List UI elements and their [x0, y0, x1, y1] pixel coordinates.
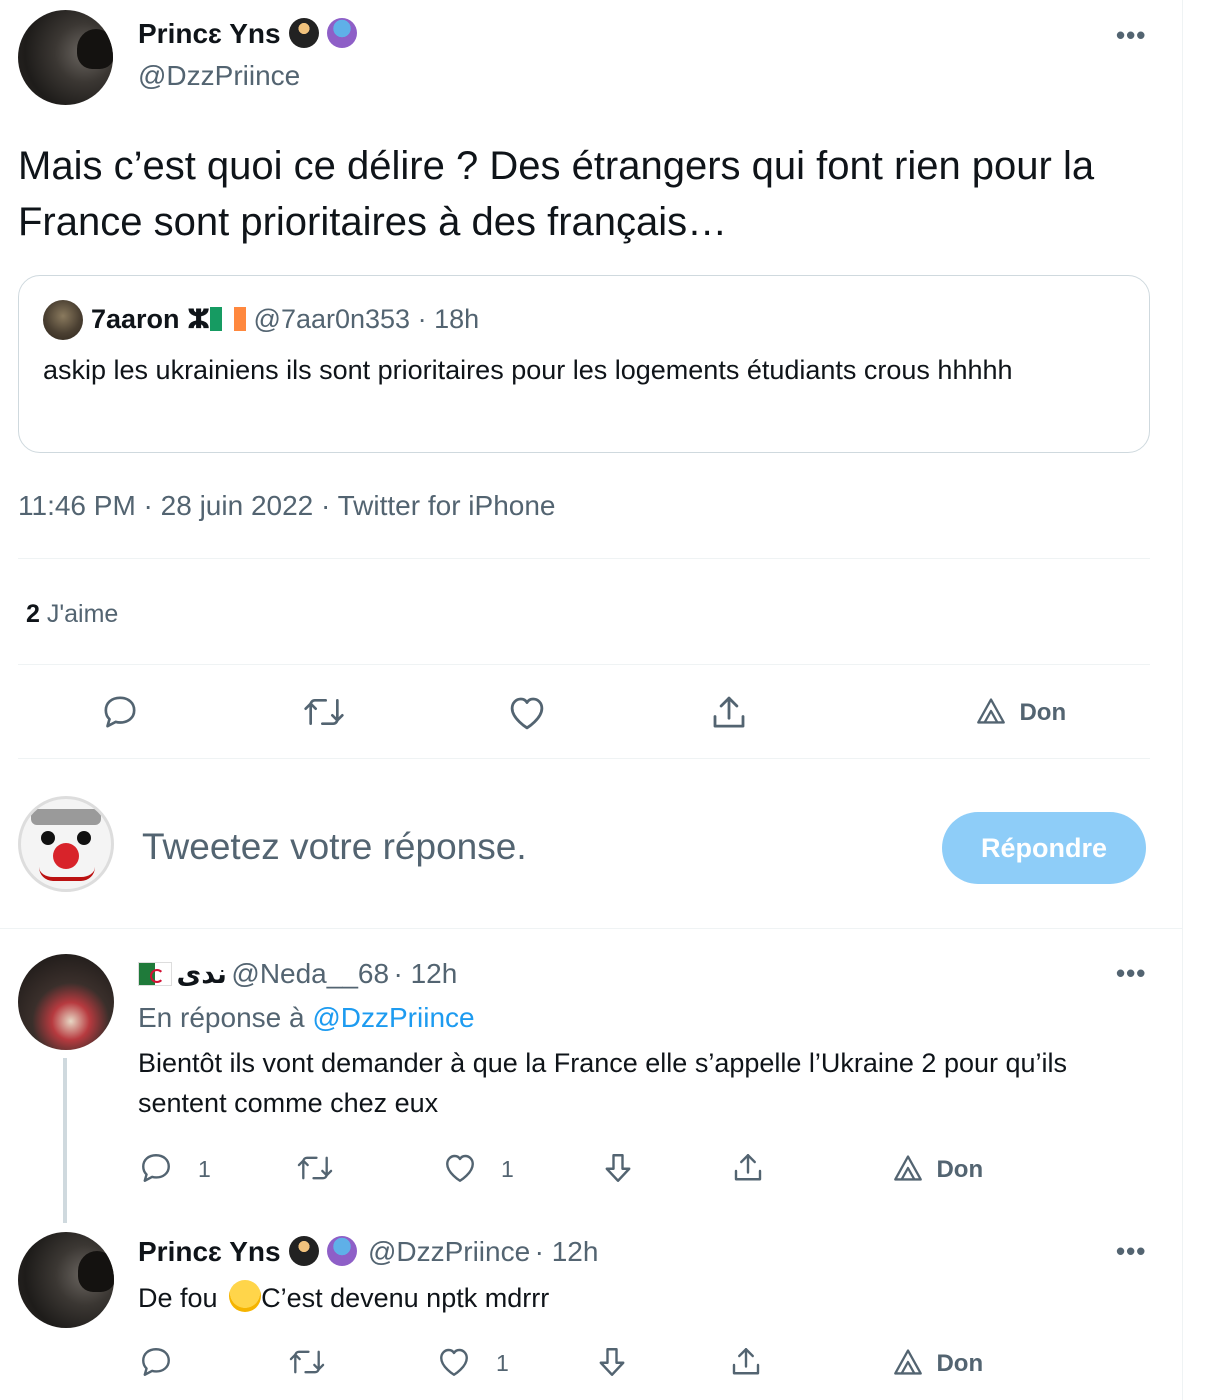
tip-icon: [894, 1349, 922, 1375]
reply-author-name[interactable]: Princɛ Yns: [138, 1236, 281, 1267]
reply-button[interactable]: Répondre: [942, 812, 1146, 884]
in-reply-prefix: En réponse à: [138, 1002, 305, 1033]
quoted-text: askip les ukrainiens ils sont prioritair…: [43, 355, 1013, 385]
avatar-nose: [53, 843, 79, 869]
tip-label: Don: [936, 1156, 984, 1183]
author-name[interactable]: Princɛ Yns: [138, 18, 281, 49]
reply-icon[interactable]: [100, 692, 140, 732]
like-count: 1: [496, 1350, 509, 1376]
downvote-icon[interactable]: [594, 1344, 630, 1380]
reply-author-handle[interactable]: @Neda__68: [231, 958, 389, 989]
avatar-eye: [77, 831, 91, 845]
algeria-flag-icon: [138, 962, 172, 986]
reply-header: Princɛ Yns @DzzPriince · 12h: [138, 1236, 598, 1268]
divider: [0, 928, 1182, 929]
tip-button[interactable]: Don: [892, 1348, 983, 1378]
current-user-avatar[interactable]: [18, 796, 114, 892]
tip-icon: [977, 698, 1005, 724]
like-count: 1: [501, 1156, 514, 1182]
likes-summary[interactable]: 2 J'aime: [26, 600, 118, 629]
thread-line: [63, 1058, 67, 1223]
reply-header: ندى @Neda__68 · 12h: [138, 958, 457, 990]
reply-input[interactable]: Tweetez votre réponse.: [142, 826, 527, 868]
quoted-tweet[interactable]: 7aaron ⵣ @7aar0n353 · 18h askip les ukra…: [18, 275, 1150, 453]
genie-emoji-icon: [327, 1236, 358, 1266]
ninja-emoji-icon: [289, 1236, 320, 1266]
tweet-text: Mais c’est quoi ce délire ? Des étranger…: [18, 144, 1095, 244]
author-avatar[interactable]: [18, 10, 113, 105]
reply-text-end: C’est devenu nptk mdrrr: [261, 1283, 550, 1313]
more-options-icon[interactable]: •••: [1116, 960, 1146, 986]
like-icon[interactable]: [506, 692, 548, 734]
divider: [18, 664, 1150, 665]
avatar-eye: [41, 831, 55, 845]
reply-text: De fou C’est devenu nptk mdrrr: [138, 1278, 549, 1318]
share-icon[interactable]: [730, 1150, 766, 1186]
tip-button[interactable]: Don: [975, 697, 1066, 727]
reply-count: 1: [198, 1156, 211, 1182]
tip-label: Don: [936, 1350, 984, 1377]
in-reply-handle[interactable]: @DzzPriince: [312, 1002, 474, 1033]
ireland-flag-icon: [210, 307, 247, 331]
tip-button[interactable]: Don: [892, 1154, 983, 1184]
quoted-header: 7aaron ⵣ @7aar0n353 · 18h: [91, 304, 479, 335]
avatar-mouth: [39, 867, 95, 881]
downvote-icon[interactable]: [600, 1150, 636, 1186]
avatar-hat: [31, 809, 101, 825]
ninja-emoji-icon: [289, 18, 320, 48]
column-border: [1182, 0, 1183, 1400]
share-icon[interactable]: [708, 692, 750, 734]
share-icon[interactable]: [728, 1344, 764, 1380]
tip-label: Don: [1019, 699, 1067, 726]
reply-time[interactable]: · 12h: [394, 958, 458, 989]
reply-author-avatar[interactable]: [18, 1232, 114, 1328]
tip-icon: [894, 1155, 922, 1181]
reply-author-name[interactable]: ندى: [176, 959, 226, 989]
retweet-icon[interactable]: [288, 1344, 326, 1380]
quoted-symbol: ⵣ: [187, 304, 211, 334]
more-options-icon[interactable]: •••: [1116, 22, 1146, 48]
more-options-icon[interactable]: •••: [1116, 1238, 1146, 1264]
divider: [18, 758, 1150, 759]
genie-emoji-icon: [327, 18, 358, 48]
reply-author-handle[interactable]: @DzzPriince: [368, 1236, 530, 1267]
reply-text: Bientôt ils vont demander à que la Franc…: [138, 1048, 1068, 1118]
quoted-author-avatar: [43, 300, 83, 340]
quoted-author-handle: @7aar0n353: [253, 304, 411, 334]
like-icon[interactable]: [442, 1150, 478, 1186]
reply-author-avatar[interactable]: [18, 954, 114, 1050]
reply-time[interactable]: · 12h: [535, 1236, 599, 1267]
reply-icon[interactable]: [138, 1150, 174, 1186]
quoted-author-name: 7aaron: [91, 304, 180, 334]
crying-emoji-icon: [229, 1280, 262, 1312]
author-handle[interactable]: @DzzPriince: [138, 60, 300, 92]
quoted-time: · 18h: [417, 304, 480, 334]
likes-count: 2: [26, 600, 40, 628]
like-icon[interactable]: [436, 1344, 472, 1380]
retweet-icon[interactable]: [296, 1150, 334, 1186]
divider: [18, 558, 1150, 559]
reply-icon[interactable]: [138, 1344, 174, 1380]
author-name-row[interactable]: Princɛ Yns: [138, 18, 358, 50]
likes-label: J'aime: [46, 600, 119, 628]
in-reply-to: En réponse à @DzzPriince: [138, 1002, 475, 1034]
tweet-timestamp[interactable]: 11:46 PM · 28 juin 2022 · Twitter for iP…: [18, 490, 555, 522]
reply-text-start: De fou: [138, 1283, 218, 1313]
retweet-icon[interactable]: [302, 692, 346, 732]
